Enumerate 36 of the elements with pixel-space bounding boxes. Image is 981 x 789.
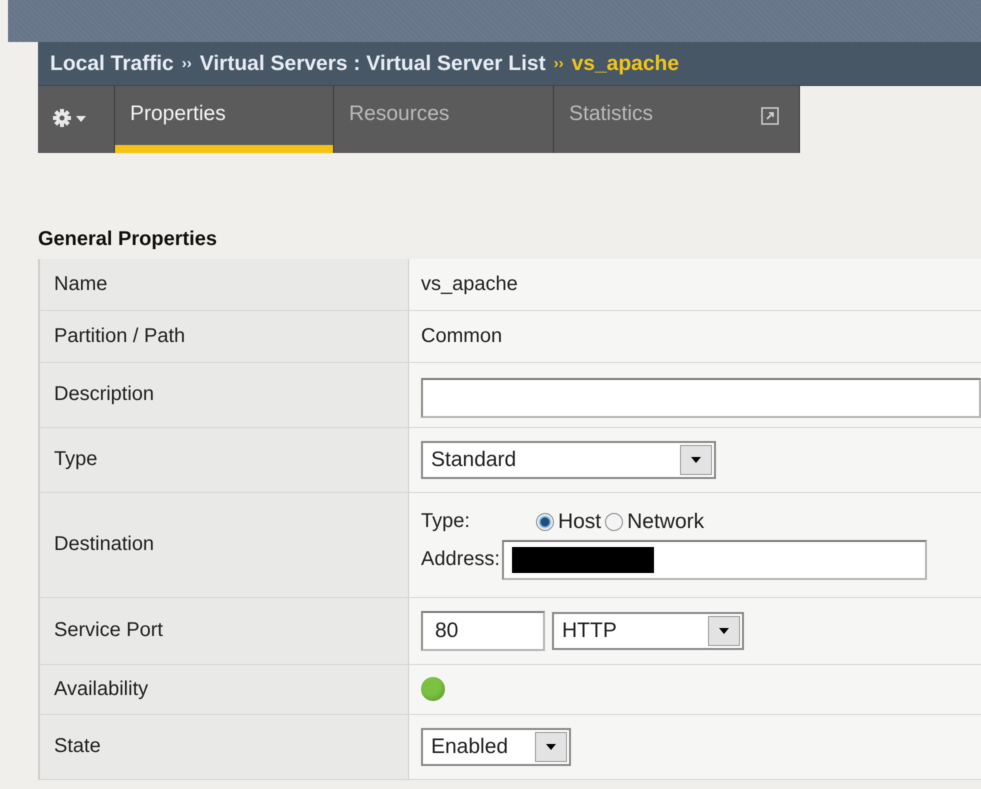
caret-icon [546, 744, 556, 750]
tab[interactable]: Properties [115, 86, 334, 153]
field-value: vs_apache [421, 272, 518, 295]
breadcrumb-separator: ›› [554, 55, 564, 72]
caret-icon [76, 116, 86, 122]
field-label: Address: [421, 548, 500, 571]
breadcrumb-link[interactable]: Virtual Servers : Virtual Server List [200, 52, 546, 76]
radio-button[interactable] [605, 512, 624, 530]
field-value: Common [421, 324, 502, 346]
radio-button[interactable] [536, 512, 554, 530]
settings-icon [52, 108, 72, 128]
field-label: Service Port [39, 597, 408, 664]
dropdown[interactable]: Standard [421, 440, 716, 478]
field-label: Name [39, 259, 408, 310]
settings-menu-tab[interactable] [38, 86, 115, 153]
radio-option[interactable]: Network [605, 510, 704, 534]
field-label: State [39, 714, 408, 779]
address-field[interactable] [502, 540, 927, 580]
breadcrumb-current: vs_apache [572, 52, 680, 76]
section-title: General Properties [38, 228, 218, 251]
field-label: Type: [421, 510, 471, 533]
field-label: Description [39, 362, 408, 427]
field-label: Availability [39, 664, 408, 714]
caret-icon [719, 628, 729, 634]
dropdown[interactable]: HTTP [552, 612, 744, 650]
field-label: Partition / Path [39, 310, 408, 362]
field-label: Destination [39, 492, 408, 597]
caret-icon [691, 456, 701, 462]
dropdown[interactable]: Enabled [421, 728, 571, 766]
description-field[interactable] [421, 378, 981, 418]
external-link-icon[interactable] [761, 107, 779, 125]
port-field[interactable]: 80 [421, 610, 545, 650]
radio-option[interactable]: Host [536, 510, 602, 534]
breadcrumb-separator: ›› [182, 55, 192, 72]
field-label: Type [39, 427, 408, 492]
breadcrumb-link[interactable]: Local Traffic [50, 52, 174, 76]
